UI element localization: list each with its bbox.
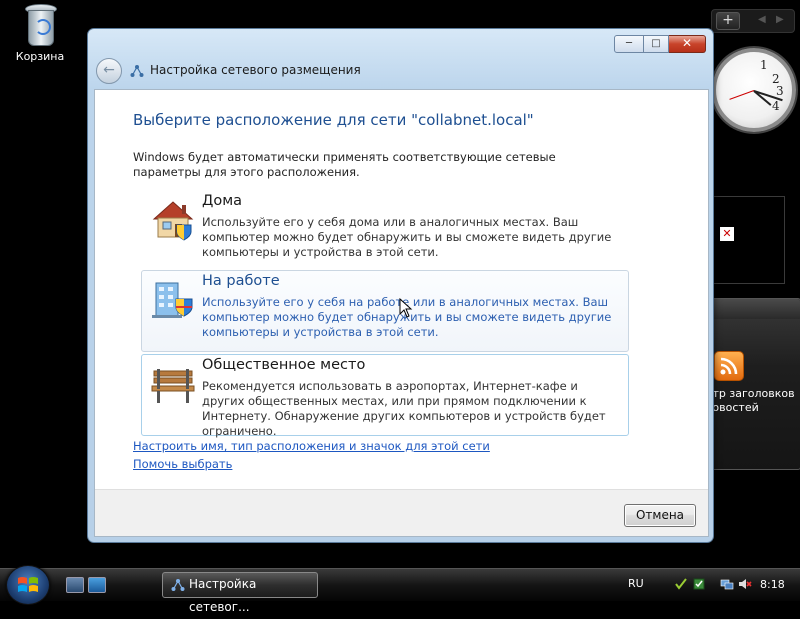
help-me-choose-link[interactable]: Помочь выбрать bbox=[133, 457, 232, 471]
option-title: Общественное место bbox=[202, 357, 366, 373]
clock-gadget[interactable]: 1 2 3 4 bbox=[712, 48, 796, 132]
minimize-button[interactable]: ─ bbox=[614, 35, 644, 53]
sidebar-prev-button[interactable]: ◀ bbox=[758, 14, 766, 25]
option-home[interactable]: Дома Используйте его у себя дома или в а… bbox=[141, 190, 629, 272]
close-button[interactable]: ✕ bbox=[669, 35, 706, 53]
dialog-footer: Отмена bbox=[95, 489, 708, 536]
page-description: Windows будет автоматически применять со… bbox=[133, 150, 556, 179]
window-title: Настройка сетевого размещения bbox=[150, 63, 361, 77]
taskbar-item-label: Настройка сетевог... bbox=[189, 577, 257, 614]
park-bench-icon bbox=[151, 369, 195, 403]
sidebar-next-button[interactable]: ▶ bbox=[776, 14, 784, 25]
language-indicator[interactable]: RU bbox=[628, 577, 644, 590]
volume-muted-icon[interactable] bbox=[738, 577, 752, 591]
taskbar-item-network-setup[interactable]: Настройка сетевог... bbox=[162, 572, 318, 614]
taskbar: Настройка сетевог... RU 8:18 bbox=[0, 565, 800, 614]
network-location-dialog: ─ □ ✕ ← Настройка сетевого размещения Вы… bbox=[87, 28, 714, 543]
clock-number: 3 bbox=[776, 84, 784, 98]
sidebar-controls: + ◀ ▶ bbox=[711, 9, 795, 33]
clock-second-hand bbox=[729, 90, 755, 100]
option-public[interactable]: Общественное место Рекомендуется использ… bbox=[141, 354, 629, 438]
recycle-bin-label: Корзина bbox=[15, 50, 65, 63]
broken-image-icon: ✕ bbox=[720, 227, 734, 241]
windows-logo-icon bbox=[18, 577, 38, 592]
recycle-bin-shortcut[interactable]: Корзина bbox=[8, 2, 72, 63]
security-tray-icon[interactable] bbox=[692, 577, 706, 591]
back-button[interactable]: ← bbox=[96, 58, 122, 84]
option-description: Рекомендуется использовать в аэропортах,… bbox=[202, 379, 606, 438]
option-description: Используйте его у себя дома или в аналог… bbox=[202, 215, 612, 259]
system-clock[interactable]: 8:18 bbox=[760, 578, 785, 591]
cancel-button[interactable]: Отмена bbox=[624, 504, 696, 527]
window-controls: ─ □ ✕ bbox=[614, 35, 706, 53]
option-title: На работе bbox=[202, 273, 280, 289]
rss-icon bbox=[714, 351, 744, 381]
option-title: Дома bbox=[202, 193, 243, 209]
clock-number: 4 bbox=[772, 99, 780, 113]
recycle-bin-icon bbox=[23, 2, 57, 46]
show-desktop-icon[interactable] bbox=[66, 577, 84, 593]
mouse-cursor-icon bbox=[399, 298, 413, 318]
page-title: Выберите расположение для сети "collabne… bbox=[133, 111, 534, 129]
back-arrow-icon: ← bbox=[103, 62, 115, 78]
clock-number: 1 bbox=[760, 58, 768, 72]
switch-windows-icon[interactable] bbox=[88, 577, 106, 593]
network-status-tray-icon[interactable] bbox=[720, 577, 734, 591]
blank-gadget[interactable]: ✕ bbox=[711, 196, 785, 284]
customize-network-link[interactable]: Настроить имя, тип расположения и значок… bbox=[133, 439, 490, 453]
checkmark-tray-icon[interactable] bbox=[674, 577, 688, 591]
maximize-button[interactable]: □ bbox=[644, 35, 669, 53]
network-icon bbox=[130, 64, 144, 81]
add-gadget-button[interactable]: + bbox=[716, 12, 740, 30]
home-icon bbox=[152, 201, 194, 241]
start-button[interactable] bbox=[6, 565, 50, 605]
option-work[interactable]: На работе Используйте его у себя на рабо… bbox=[141, 270, 629, 352]
network-icon bbox=[171, 579, 185, 591]
work-building-icon bbox=[152, 282, 193, 318]
